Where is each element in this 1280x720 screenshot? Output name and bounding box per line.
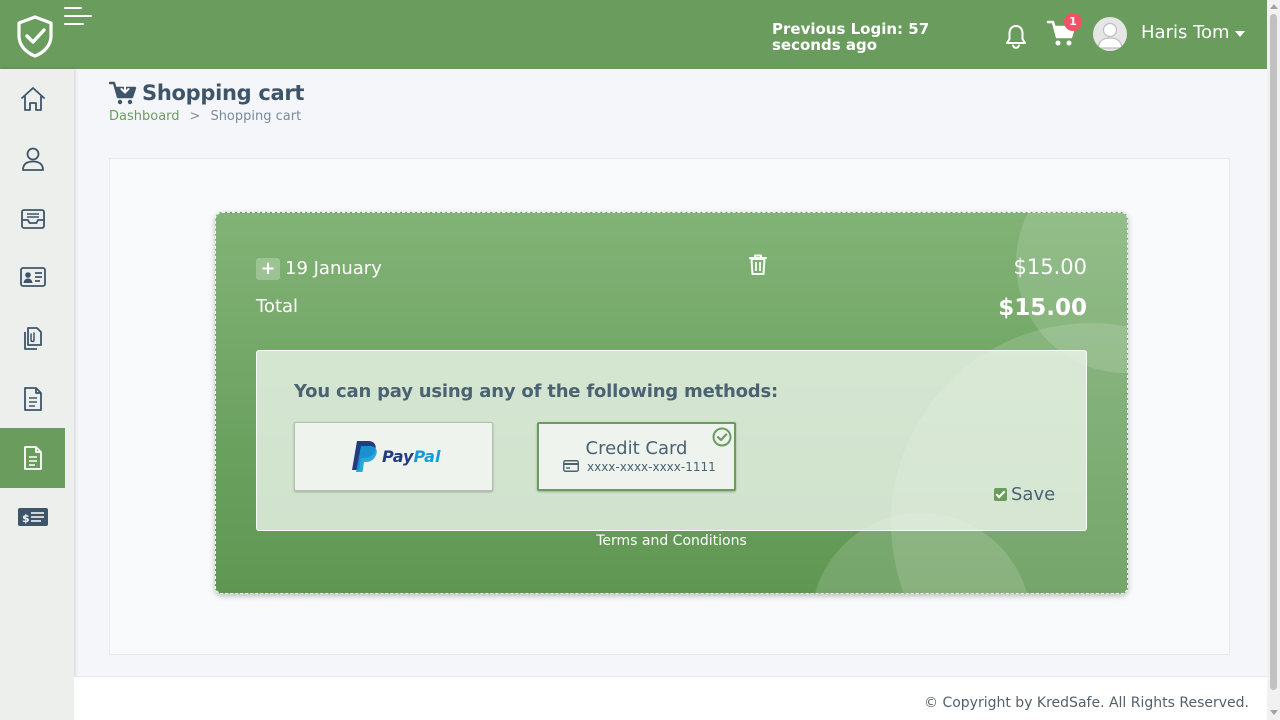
scroll-thumb[interactable] [1270,14,1277,690]
expand-item-button[interactable]: + [256,258,280,280]
credit-card-number: xxxx-xxxx-xxxx-1111 [587,460,716,474]
paypal-p-icon [352,441,377,472]
shield-check-logo-icon[interactable] [14,14,56,58]
payment-methods-box: You can pay using any of the following m… [256,350,1087,531]
sidebar-item-profile[interactable] [0,129,65,189]
user-name[interactable]: Haris Tom [1141,22,1230,43]
copyright-text: © Copyright by KredSafe. All Rights Rese… [924,695,1249,711]
previous-login-text: Previous Login: 57 seconds ago [772,20,930,54]
breadcrumb-dashboard-link[interactable]: Dashboard [109,109,180,124]
vertical-scrollbar[interactable] [1267,0,1280,720]
footer: © Copyright by KredSafe. All Rights Rese… [74,676,1267,720]
user-avatar-icon [1097,22,1123,49]
billing-icon: $ [17,508,48,526]
sidebar-item-invoice-active[interactable] [0,428,65,488]
sidebar-item-documents[interactable] [0,309,65,369]
breadcrumb-separator: > [189,109,201,124]
chevron-down-icon[interactable] [1235,31,1245,37]
cart-count-badge: 1 [1064,13,1082,31]
breadcrumb-current: Shopping cart [210,109,302,124]
home-icon [20,87,45,111]
svg-text:$: $ [22,512,30,525]
save-checkbox[interactable] [994,488,1007,501]
menu-toggle-icon[interactable] [64,5,92,27]
paypal-logo: PayPal [349,439,440,473]
sidebar-item-billing[interactable]: $ [0,487,65,547]
document-active-icon [23,446,42,470]
total-label: Total [256,296,299,317]
terms-and-conditions-link[interactable]: Terms and Conditions [216,533,1127,549]
sidebar: $ [0,69,74,720]
total-value: $15.00 [998,295,1087,321]
cart-item-date: 19 January [285,258,382,279]
payment-methods-title: You can pay using any of the following m… [294,381,779,402]
bell-icon[interactable] [1002,22,1030,50]
sidebar-item-home[interactable] [0,69,65,129]
credit-card-icon [563,460,579,472]
page-title: Shopping cart [142,81,305,105]
credit-card-option-button[interactable]: Credit Card xxxx-xxxx-xxxx-1111 [537,422,736,491]
documents-icon [23,327,42,350]
cart-item-price: $15.00 [1013,255,1087,279]
scroll-up-arrow-icon[interactable] [1270,4,1278,9]
breadcrumb: Dashboard > Shopping cart [109,109,301,124]
cart-panel: + 19 January $15.00 Total $15.00 You can… [215,212,1128,594]
paypal-wordmark: PayPal [382,446,441,466]
scroll-down-arrow-icon[interactable] [1270,710,1278,715]
credit-card-title: Credit Card [585,438,688,459]
sidebar-item-id-card[interactable] [0,247,65,307]
trash-icon[interactable] [747,253,769,277]
inbox-icon [20,209,45,229]
save-label: Save [1011,484,1056,505]
page-header: Shopping cart [109,80,304,106]
avatar[interactable] [1093,17,1127,51]
user-icon [21,147,44,171]
sidebar-item-document[interactable] [0,369,65,429]
top-bar: Previous Login: 57 seconds ago 1 Haris T… [0,0,1267,69]
sidebar-item-inbox[interactable] [0,189,65,249]
save-card-toggle[interactable]: Save [994,484,1055,505]
id-card-icon [19,267,46,287]
cart-download-icon [109,81,137,105]
document-icon [23,387,42,411]
paypal-option-button[interactable]: PayPal [294,422,493,491]
check-circle-icon [712,427,732,447]
